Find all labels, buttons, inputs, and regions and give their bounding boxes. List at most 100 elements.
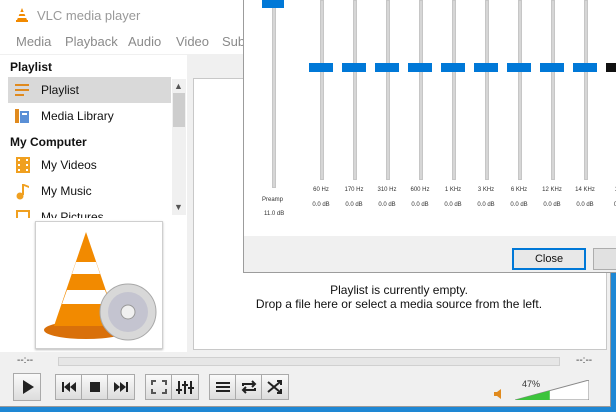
band-slider-track[interactable]	[419, 0, 423, 180]
band-slider-handle[interactable]	[507, 63, 531, 72]
play-icon	[23, 380, 34, 394]
sidebar-item-my-pictures[interactable]: My Pictures	[8, 204, 171, 218]
band-slider-handle[interactable]	[342, 63, 366, 72]
band-gain-value: 0.0 dB	[576, 202, 594, 208]
scrollbar-thumb[interactable]	[173, 93, 185, 127]
seek-bar[interactable]	[58, 357, 560, 366]
band-slider-track[interactable]	[485, 0, 489, 180]
band-slider-track[interactable]	[452, 0, 456, 180]
band-gain-value: 0.0 dB	[378, 202, 396, 208]
equalizer-dialog: Preamp 11.0 dB 60 Hz 0.0 dB 170 Hz 0.0 dB 31…	[243, 0, 616, 273]
band-gain-value: 0.0 dB	[444, 202, 462, 208]
band-frequency-label: 6 KHz	[510, 187, 528, 193]
band-frequency-label: 1 KHz	[444, 187, 462, 193]
menu-media[interactable]: Media	[16, 34, 51, 49]
scroll-down-icon[interactable]: ▼	[174, 202, 183, 212]
menu-subtitle[interactable]: Sub	[222, 34, 245, 49]
band-gain-value: 0.0 dB	[411, 202, 429, 208]
band-gain-value: 0.0 dB	[477, 202, 495, 208]
preamp-value: 11.0 dB	[264, 211, 285, 217]
shuffle-button[interactable]	[261, 374, 289, 400]
media-library-icon	[15, 109, 29, 123]
sidebar-item-playlist[interactable]: Playlist	[8, 77, 171, 103]
extended-settings-button[interactable]	[171, 374, 199, 400]
band-frequency-label: 170 Hz	[344, 187, 364, 193]
sidebar-item-label: My Videos	[41, 158, 97, 172]
shuffle-icon	[267, 380, 282, 394]
band-gain-value: 0.0	[613, 202, 616, 208]
band-slider-track[interactable]	[320, 0, 324, 180]
window-title: VLC media player	[37, 8, 141, 23]
playlist-toggle-icon	[216, 382, 230, 392]
toggle-playlist-button[interactable]	[209, 374, 237, 400]
band-slider-handle[interactable]	[573, 63, 597, 72]
playlist-icon	[15, 84, 29, 96]
stop-button[interactable]	[81, 374, 109, 400]
equalizer-panel: Preamp 11.0 dB 60 Hz 0.0 dB 170 Hz 0.0 dB 31…	[244, 0, 616, 236]
band-slider-handle[interactable]	[441, 63, 465, 72]
band-slider-handle[interactable]	[606, 63, 616, 72]
band-gain-value: 0.0 dB	[345, 202, 363, 208]
sidebar-item-label: Playlist	[41, 83, 80, 97]
band-frequency-label: 3 KHz	[477, 187, 495, 193]
band-slider-track[interactable]	[551, 0, 555, 180]
sidebar-item-my-videos[interactable]: My Videos	[8, 152, 171, 178]
loop-icon	[241, 380, 257, 394]
menu-audio[interactable]: Audio	[128, 34, 161, 49]
band-frequency-label: 16	[603, 187, 616, 193]
sidebar-scrollbar[interactable]: ▲ ▼	[172, 79, 186, 215]
section-playlist-header: Playlist	[10, 60, 53, 74]
previous-button[interactable]	[55, 374, 83, 400]
band-gain-value: 0.0 dB	[543, 202, 561, 208]
menu-playback[interactable]: Playback	[65, 34, 118, 49]
next-button[interactable]	[107, 374, 135, 400]
scroll-up-icon[interactable]: ▲	[174, 81, 183, 91]
preamp-slider-track[interactable]	[272, 0, 276, 188]
album-art	[35, 221, 163, 349]
band-slider-track[interactable]	[353, 0, 357, 180]
band-gain-value: 0.0 dB	[510, 202, 528, 208]
preamp-slider-handle[interactable]	[262, 0, 284, 8]
sidebar-item-media-library[interactable]: Media Library	[8, 103, 171, 129]
preamp-label: Preamp	[262, 197, 284, 203]
menu-video[interactable]: Video	[176, 34, 209, 49]
next-icon	[114, 382, 128, 392]
elapsed-time: --:--	[17, 355, 34, 366]
play-button[interactable]	[13, 373, 41, 401]
band-frequency-label: 60 Hz	[313, 187, 329, 193]
section-my-computer-header: My Computer	[10, 135, 87, 149]
fullscreen-icon	[151, 380, 167, 394]
film-icon	[16, 157, 30, 173]
close-button[interactable]: Close	[512, 248, 586, 270]
vlc-cone-disc-icon	[44, 232, 157, 341]
volume-slider[interactable]	[515, 380, 589, 400]
equalizer-sliders-icon	[176, 381, 194, 394]
band-slider-handle[interactable]	[309, 63, 333, 72]
band-gain-value: 0.0 dB	[312, 202, 330, 208]
band-slider-handle[interactable]	[408, 63, 432, 72]
playlist-empty-hint: Drop a file here or select a media sourc…	[255, 297, 543, 311]
sidebar-item-my-music[interactable]: My Music	[8, 178, 171, 204]
music-note-icon	[16, 184, 29, 200]
sidebar-item-label: Media Library	[41, 109, 114, 123]
sidebar-item-label: My Pictures	[41, 210, 104, 218]
band-slider-handle[interactable]	[540, 63, 564, 72]
band-frequency-label: 600 Hz	[410, 187, 430, 193]
loop-button[interactable]	[235, 374, 263, 400]
band-slider-handle[interactable]	[375, 63, 399, 72]
stop-icon	[90, 382, 100, 392]
fullscreen-button[interactable]	[145, 374, 173, 400]
band-slider-handle[interactable]	[474, 63, 498, 72]
band-slider-track[interactable]	[584, 0, 588, 180]
speaker-icon[interactable]	[493, 388, 507, 400]
dialog-secondary-button[interactable]	[593, 248, 616, 270]
sidebar-item-label: My Music	[41, 184, 92, 198]
picture-icon	[16, 210, 30, 218]
vlc-cone-icon	[16, 8, 28, 22]
band-frequency-label: 12 KHz	[542, 187, 562, 193]
total-time: --:--	[576, 355, 593, 366]
playlist-empty-message: Playlist is currently empty.	[330, 283, 468, 297]
previous-icon	[62, 382, 76, 392]
band-slider-track[interactable]	[518, 0, 522, 180]
band-slider-track[interactable]	[386, 0, 390, 180]
